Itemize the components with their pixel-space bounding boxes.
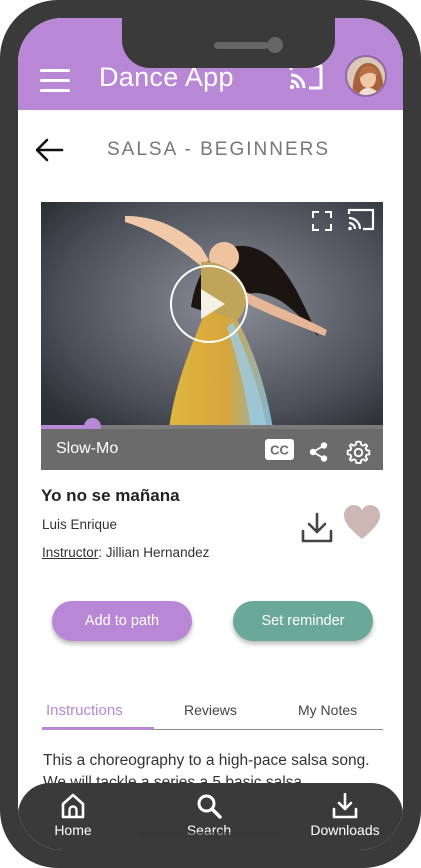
instructor-name: : Jillian Hernandez xyxy=(98,545,210,560)
page-title: SALSA - BEGINNERS xyxy=(107,139,331,160)
phone-frame: Dance App SALSA - BEGINNERS Slow-Mo CC Y… xyxy=(0,0,421,868)
set-reminder-button[interactable]: Set reminder xyxy=(233,601,373,641)
front-camera xyxy=(267,37,283,53)
share-icon[interactable] xyxy=(308,441,330,463)
settings-gear-icon[interactable] xyxy=(346,440,371,465)
closed-captions-icon[interactable]: CC xyxy=(264,438,295,461)
instructor-link[interactable]: Instructor xyxy=(42,545,98,560)
back-arrow-icon[interactable] xyxy=(34,136,64,164)
tab-reviews[interactable]: Reviews xyxy=(184,702,237,718)
hamburger-menu-icon[interactable] xyxy=(40,68,72,92)
nav-home[interactable]: Home xyxy=(28,793,118,838)
avatar-portrait-icon xyxy=(347,57,385,95)
bottom-navigation: Home Search Downloads xyxy=(18,783,403,850)
artist-name: Luis Enrique xyxy=(42,517,118,532)
active-tab-indicator xyxy=(42,727,154,730)
home-icon xyxy=(61,793,85,819)
favorite-heart-icon[interactable] xyxy=(343,505,381,541)
nav-downloads-label: Downloads xyxy=(310,822,380,838)
video-controls-bar: Slow-Mo CC xyxy=(41,429,383,470)
tab-my-notes[interactable]: My Notes xyxy=(298,702,357,718)
cc-text: CC xyxy=(270,443,289,458)
play-icon xyxy=(201,289,225,319)
video-player[interactable]: Slow-Mo CC xyxy=(41,202,383,470)
fullscreen-icon[interactable] xyxy=(311,210,333,232)
playback-speed-label[interactable]: Slow-Mo xyxy=(56,440,118,458)
download-icon[interactable] xyxy=(300,511,334,545)
detail-tabs: Instructions Reviews My Notes xyxy=(42,698,383,730)
cast-video-icon[interactable] xyxy=(347,208,375,232)
search-icon xyxy=(197,794,222,819)
nav-home-label: Home xyxy=(54,822,92,838)
play-button[interactable] xyxy=(170,265,248,343)
tab-instructions[interactable]: Instructions xyxy=(46,702,123,719)
phone-notch xyxy=(122,18,335,68)
nav-downloads[interactable]: Downloads xyxy=(300,793,390,838)
song-title: Yo no se mañana xyxy=(41,486,180,505)
app-screen: Dance App SALSA - BEGINNERS Slow-Mo CC Y… xyxy=(18,18,403,850)
add-to-path-button[interactable]: Add to path xyxy=(52,601,192,641)
speaker-grille xyxy=(214,42,268,49)
home-indicator xyxy=(141,832,281,836)
user-avatar[interactable] xyxy=(345,55,387,97)
download-icon xyxy=(332,793,358,819)
instructor-line: Instructor: Jillian Hernandez xyxy=(42,545,209,560)
